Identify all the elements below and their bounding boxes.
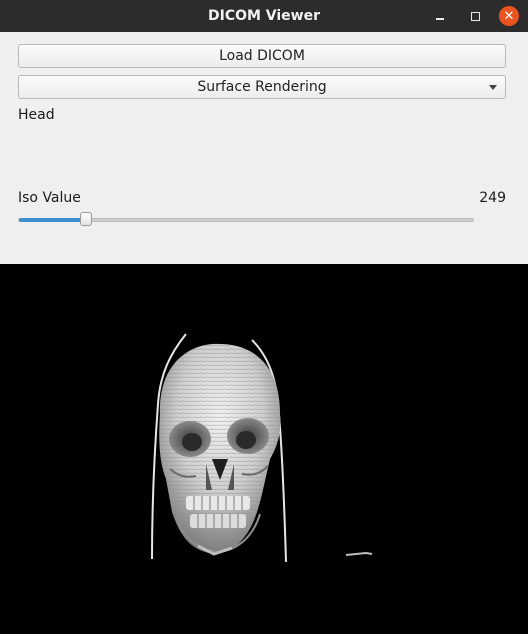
skull-render-image xyxy=(151,333,373,563)
chevron-down-icon xyxy=(489,85,497,90)
control-panel: Load DICOM Surface Rendering Head Iso Va… xyxy=(0,32,528,264)
dicom-viewer-window: DICOM Viewer ✕ Load DICOM Surface Render… xyxy=(0,0,528,634)
close-icon: ✕ xyxy=(503,8,515,24)
iso-slider-fill xyxy=(19,218,88,222)
close-button[interactable]: ✕ xyxy=(499,6,519,26)
maximize-icon xyxy=(470,11,480,21)
iso-value-readout: 249 xyxy=(479,190,506,206)
title-bar[interactable]: DICOM Viewer ✕ xyxy=(0,0,528,32)
load-dicom-label: Load DICOM xyxy=(219,48,305,64)
minimize-button[interactable] xyxy=(430,6,450,26)
load-dicom-button[interactable]: Load DICOM xyxy=(18,44,506,68)
render-viewport[interactable] xyxy=(0,264,528,634)
maximize-button[interactable] xyxy=(465,6,485,26)
iso-value-label: Iso Value xyxy=(18,190,81,206)
minimize-icon xyxy=(436,18,444,20)
render-mode-select[interactable]: Surface Rendering xyxy=(18,75,506,99)
iso-slider-handle[interactable] xyxy=(80,212,93,226)
dataset-label: Head xyxy=(18,107,55,123)
render-mode-value: Surface Rendering xyxy=(197,79,327,95)
